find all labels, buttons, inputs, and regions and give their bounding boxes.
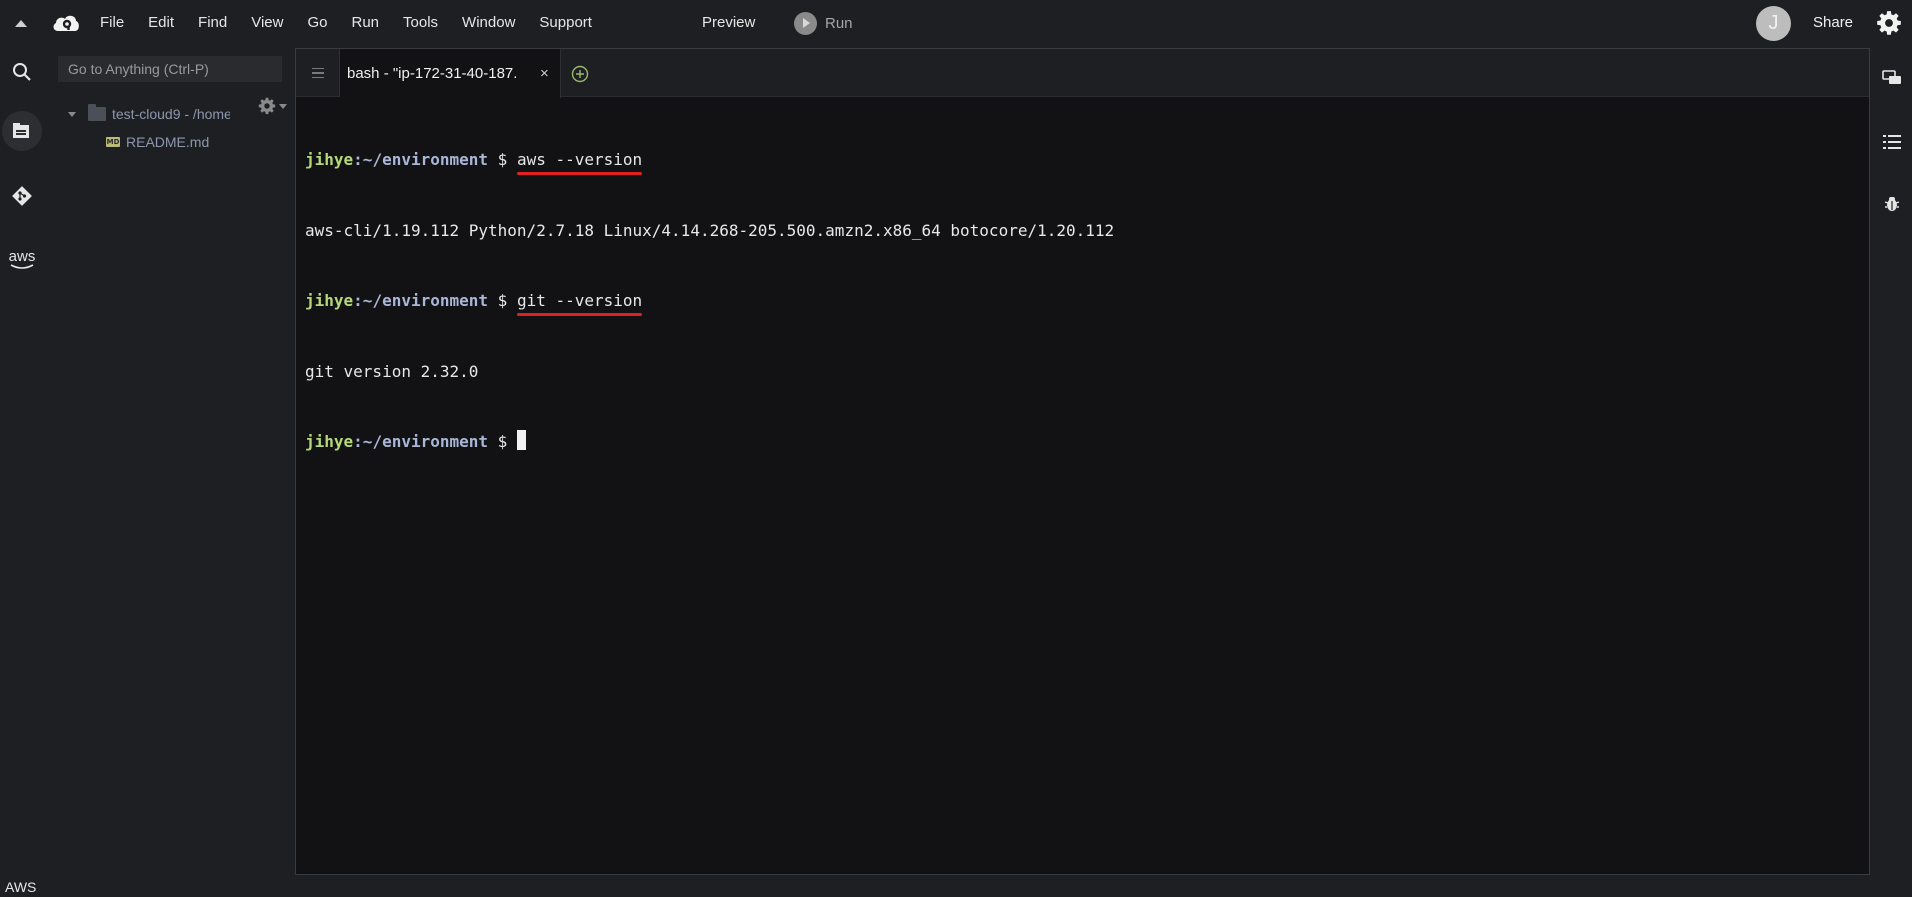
tree-root-label: test-cloud9 - /home	[112, 106, 230, 122]
add-tab-icon[interactable]	[571, 65, 589, 83]
run-label: Run	[825, 14, 853, 32]
gear-icon[interactable]	[1876, 10, 1902, 36]
collaborate-icon[interactable]	[1878, 64, 1906, 92]
menu-file[interactable]: File	[100, 0, 136, 46]
search-icon[interactable]	[2, 52, 42, 92]
output-text: git version 2.32.0	[305, 361, 479, 381]
menu-support[interactable]: Support	[527, 0, 604, 46]
editor-panel: bash - "ip-172-31-40-187. × jihye:~/envi…	[295, 48, 1870, 875]
terminal-cursor	[516, 430, 526, 450]
markdown-file-icon: MD	[106, 137, 120, 147]
menu-find[interactable]: Find	[186, 0, 239, 46]
menu-run[interactable]: Run	[339, 0, 391, 46]
tab-bash-terminal[interactable]: bash - "ip-172-31-40-187. ×	[340, 49, 561, 98]
menu-tools[interactable]: Tools	[391, 0, 450, 46]
tree-file-readme[interactable]: MD README.md	[106, 134, 209, 150]
files-icon[interactable]	[2, 111, 42, 151]
output-text: aws-cli/1.19.112 Python/2.7.18 Linux/4.1…	[305, 220, 1115, 240]
cloud9-logo-icon[interactable]	[51, 11, 81, 35]
menu-items: File Edit Find View Go Run Tools Window …	[100, 0, 604, 46]
tab-menu-button[interactable]	[296, 49, 340, 97]
tree-settings-button[interactable]	[258, 97, 290, 115]
gear-icon	[258, 97, 276, 115]
folder-icon	[88, 104, 106, 121]
terminal-output[interactable]: jihye:~/environment $ aws --version aws-…	[305, 101, 1869, 501]
outline-icon[interactable]	[1878, 128, 1906, 156]
terminal-line: git version 2.32.0	[305, 360, 1869, 384]
command-text: aws --version	[516, 150, 643, 169]
tab-title: bash - "ip-172-31-40-187.	[347, 65, 518, 82]
command-text: git --version	[516, 291, 643, 310]
avatar[interactable]: J	[1756, 6, 1791, 41]
terminal-line: jihye:~/environment $ aws --version	[305, 150, 643, 169]
aws-footer-label: AWS	[5, 879, 37, 895]
menu-bar: File Edit Find View Go Run Tools Window …	[0, 0, 1912, 46]
share-button[interactable]: Share	[1813, 0, 1853, 46]
terminal-line: jihye:~/environment $ git --version	[305, 291, 643, 310]
collapse-menu-button[interactable]	[14, 16, 28, 30]
terminal-line: aws-cli/1.19.112 Python/2.7.18 Linux/4.1…	[305, 219, 1869, 243]
git-icon[interactable]	[2, 176, 42, 216]
aws-rail-label: aws	[8, 248, 36, 265]
menu-go[interactable]: Go	[295, 0, 339, 46]
preview-button[interactable]: Preview	[702, 0, 755, 46]
chevron-down-icon	[68, 111, 76, 117]
tree-file-label: README.md	[126, 134, 210, 150]
go-to-anything-input[interactable]	[58, 56, 282, 82]
terminal-line: jihye:~/environment $	[305, 430, 1869, 454]
close-icon[interactable]: ×	[540, 65, 549, 82]
menu-edit[interactable]: Edit	[136, 0, 186, 46]
chevron-down-icon	[279, 103, 287, 109]
debugger-icon[interactable]	[1878, 190, 1906, 218]
tree-root-folder[interactable]: test-cloud9 - /home	[68, 104, 230, 122]
aws-icon[interactable]: aws	[2, 240, 42, 280]
run-button[interactable]: Run	[794, 0, 853, 46]
play-icon	[794, 11, 817, 35]
menu-window[interactable]: Window	[450, 0, 527, 46]
tab-bar: bash - "ip-172-31-40-187. ×	[296, 49, 1869, 98]
menu-view[interactable]: View	[239, 0, 295, 46]
